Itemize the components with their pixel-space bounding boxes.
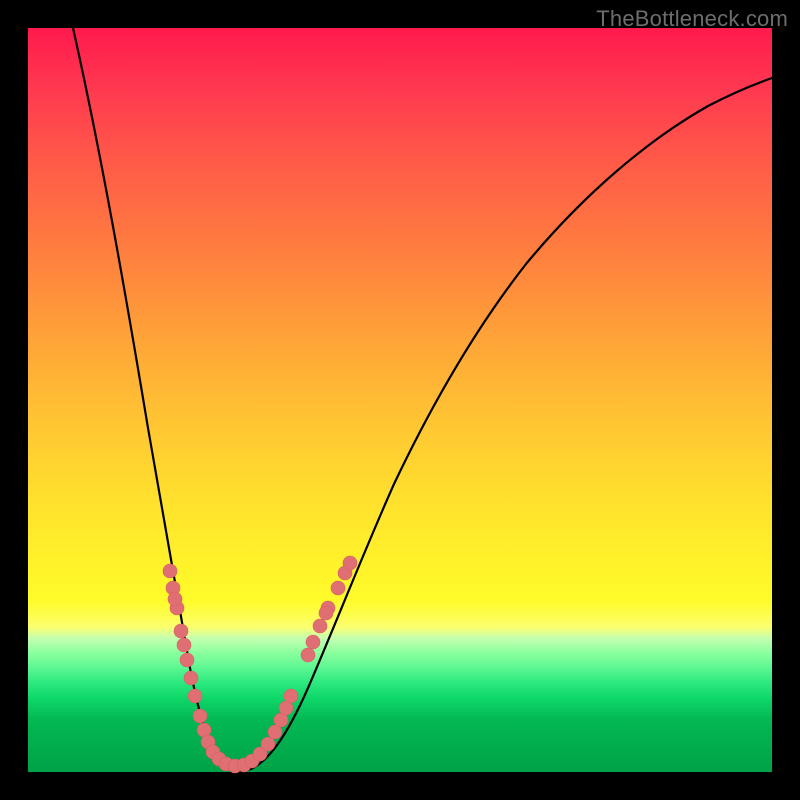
marker-dot <box>306 635 320 649</box>
marker-dot <box>261 737 275 751</box>
marker-dot <box>188 689 202 703</box>
marker-dot <box>301 648 315 662</box>
watermark-text: TheBottleneck.com <box>596 6 788 32</box>
marker-dot <box>284 689 298 703</box>
marker-dot <box>168 592 182 606</box>
marker-dot <box>313 619 327 633</box>
marker-dot <box>184 671 198 685</box>
plot-area <box>28 28 772 772</box>
marker-dot <box>319 606 333 620</box>
marker-dot <box>343 556 357 570</box>
marker-group <box>163 556 357 773</box>
marker-dot <box>163 564 177 578</box>
marker-dot <box>177 638 191 652</box>
marker-dot <box>193 709 207 723</box>
curve-layer <box>28 28 772 772</box>
marker-dot <box>180 653 194 667</box>
outer-frame: TheBottleneck.com <box>0 0 800 800</box>
bottleneck-curve <box>73 28 772 771</box>
marker-dot <box>174 624 188 638</box>
marker-dot <box>331 581 345 595</box>
